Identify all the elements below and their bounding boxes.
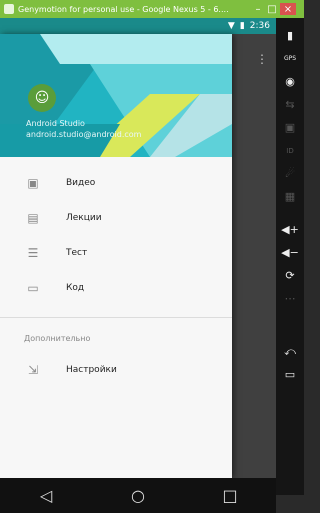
disk-tool-icon[interactable]: ▦ — [278, 185, 302, 208]
menu-item-code[interactable]: ▭ Код — [0, 270, 232, 305]
minimize-button[interactable]: – — [252, 3, 264, 15]
status-time: 2:36 — [249, 21, 270, 31]
close-button[interactable]: × — [280, 3, 296, 15]
recents-button[interactable]: □ — [210, 486, 250, 505]
drawer-menu: ▣ Видео ▤ Лекции ☰ Тест ▭ Код Дополнител… — [0, 165, 232, 387]
menu-item-label: Видео — [66, 177, 96, 188]
rotate-icon[interactable]: ⟳ — [278, 264, 302, 287]
menu-item-label: Лекции — [66, 212, 102, 223]
section-header-extra: Дополнительно — [24, 334, 91, 343]
remote-control-icon[interactable]: ⇆ — [278, 93, 302, 116]
window-titlebar: Genymotion for personal use - Google Nex… — [0, 0, 304, 18]
list-icon: ☰ — [27, 245, 39, 260]
avatar[interactable]: ☺ — [28, 84, 56, 112]
network-tool-icon[interactable]: ☄ — [278, 162, 302, 185]
header-name: Android Studio — [26, 119, 85, 128]
drawer-header: ☺ Android Studio android.studio@android.… — [0, 34, 232, 157]
video-icon: ▣ — [27, 175, 39, 190]
media-tool-icon[interactable]: ▣ — [278, 116, 302, 139]
header-email: android.studio@android.com — [26, 130, 142, 139]
lectures-icon: ▤ — [27, 210, 39, 225]
menu-item-label: Тест — [66, 247, 88, 258]
emulator-toolbar: ▮ GPS ◉ ⇆ ▣ ID ☄ ▦ ◀+ ◀− ⟳ ⋯ ⤺ ▭ — [276, 18, 304, 495]
menu-item-lectures[interactable]: ▤ Лекции — [0, 200, 232, 235]
gps-tool-icon[interactable]: GPS — [278, 47, 302, 70]
overflow-menu-icon[interactable]: ⋮ — [256, 52, 268, 66]
menu-item-test[interactable]: ☰ Тест — [0, 235, 232, 270]
more-options-icon[interactable]: ⋯ — [278, 287, 302, 310]
volume-down-icon[interactable]: ◀− — [278, 241, 302, 264]
device-screen: ▼ ▮ 2:36 ⋮ ☺ Android Studio android.stud… — [0, 18, 276, 513]
menu-item-settings[interactable]: ⇲ Настройки — [0, 352, 232, 387]
menu-item-label: Код — [66, 282, 85, 293]
window-title: Genymotion for personal use - Google Nex… — [18, 4, 229, 14]
back-tool-icon[interactable]: ⤺ — [278, 340, 302, 363]
android-nav-bar: ◁ ○ □ — [0, 478, 276, 513]
home-button[interactable]: ○ — [118, 486, 158, 505]
code-icon: ▭ — [27, 280, 39, 295]
identifiers-tool-icon[interactable]: ID — [278, 139, 302, 162]
back-button[interactable]: ◁ — [26, 486, 66, 505]
wifi-icon: ▼ — [227, 21, 235, 31]
camera-tool-icon[interactable]: ◉ — [278, 70, 302, 93]
menu-divider — [0, 317, 232, 318]
menu-item-label: Настройки — [66, 364, 117, 375]
battery-tool-icon[interactable]: ▮ — [278, 24, 302, 47]
android-status-bar: ▼ ▮ 2:36 — [0, 18, 276, 34]
navigation-drawer: ☺ Android Studio android.studio@android.… — [0, 34, 232, 478]
maximize-button[interactable]: □ — [266, 3, 278, 15]
settings-icon: ⇲ — [27, 362, 39, 377]
battery-icon: ▮ — [239, 21, 245, 31]
genymotion-app-icon — [4, 4, 14, 14]
recent-apps-tool-icon[interactable]: ▭ — [278, 363, 302, 386]
volume-up-icon[interactable]: ◀+ — [278, 218, 302, 241]
menu-item-video[interactable]: ▣ Видео — [0, 165, 232, 200]
